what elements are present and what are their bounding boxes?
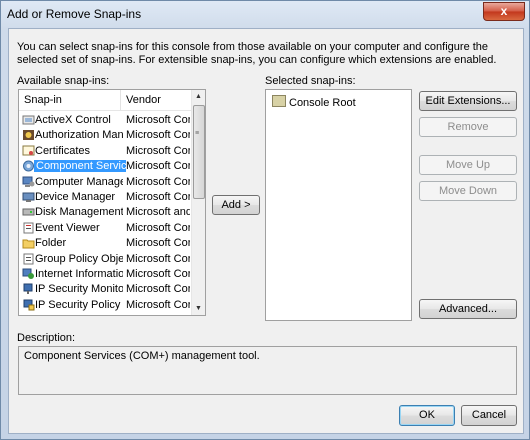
snapin-name: Event Viewer [35,221,100,234]
list-header: Snap-in Vendor [19,90,192,111]
add-button[interactable]: Add > [212,195,260,215]
edit-extensions-button[interactable]: Edit Extensions... [419,91,517,111]
snapin-vendor: Microsoft Cor... [126,144,190,157]
snapin-row[interactable]: Internet Informatio...Microsoft Cor... [19,267,192,282]
description-label: Description: [17,332,76,344]
snapin-vendor: Microsoft Cor... [126,237,190,250]
move-up-button[interactable]: Move Up [419,155,517,175]
snapin-row[interactable]: Folder Microsoft Cor... [19,236,192,251]
snapin-vendor: Microsoft Cor... [126,114,190,126]
snapin-row[interactable]: IP Security Policy M...Microsoft Cor... [19,298,192,313]
snapin-name: Folder [35,237,67,250]
snapin-row[interactable]: Certificates Microsoft Cor... [19,144,192,159]
snapin-vendor: Microsoft Cor... [126,175,190,188]
scroll-thumb[interactable] [193,105,205,199]
snapin-row[interactable]: Event Viewer Microsoft Cor... [19,221,192,236]
list-scrollbar[interactable]: ▲ ≡ ▼ [191,90,205,315]
selected-snapins-label: Selected snap-ins: [265,75,356,87]
event-viewer-icon [22,222,35,234]
ip-security-policy-icon [22,299,35,311]
snapin-name: Authorization Manager [35,129,123,142]
description-text: Component Services (COM+) management too… [24,350,260,362]
device-manager-icon [22,191,35,203]
snapin-row[interactable]: Authorization ManagerMicrosoft Cor... [19,128,192,143]
console-root-item[interactable]: Console Root [272,95,356,109]
snapin-name: Component Services [34,160,126,173]
dialog-window: Add or Remove Snap-ins x You can select … [0,0,530,440]
window-title: Add or Remove Snap-ins [7,7,142,21]
available-snapins-list[interactable]: Snap-in Vendor ActiveX Control Microsoft … [18,89,206,316]
scroll-down-arrow-icon[interactable]: ▼ [192,302,205,315]
snapin-row[interactable]: IP Security MonitorMicrosoft Cor... [19,282,192,297]
group-policy-icon [22,253,35,265]
description-box: Component Services (COM+) management too… [18,346,517,395]
authorization-icon [22,129,35,141]
snapin-row[interactable]: ActiveX Control Microsoft Cor... [19,113,192,128]
scroll-grip-icon: ≡ [195,130,200,137]
certificates-icon [22,145,35,157]
snapin-vendor: Microsoft Cor... [126,283,190,296]
advanced-button[interactable]: Advanced... [419,299,517,319]
dialog-body: You can select snap-ins for this console… [8,28,524,434]
activex-icon [22,114,35,126]
snapin-vendor: Microsoft Cor... [126,252,190,265]
snapin-row[interactable]: Group Policy Object ...Microsoft Cor... [19,252,192,267]
column-header-snapin[interactable]: Snap-in [24,94,62,106]
title-bar[interactable]: Add or Remove Snap-ins x [1,1,529,27]
iis-icon [22,268,35,280]
ok-button[interactable]: OK [399,405,455,426]
snapin-row[interactable]: Device Manager Microsoft Cor... [19,190,192,205]
scroll-up-arrow-icon[interactable]: ▲ [192,90,205,103]
disk-management-icon [22,206,35,218]
console-root-label: Console Root [289,97,356,109]
ip-security-monitor-icon [22,283,35,295]
remove-button[interactable]: Remove [419,117,517,137]
snapin-name: Certificates [35,144,91,157]
snapin-vendor: Microsoft Cor... [126,160,190,173]
column-header-vendor[interactable]: Vendor [126,94,161,106]
snapin-name: IP Security Policy M... [35,298,123,311]
snapin-name: Device Manager [35,190,116,203]
move-down-button[interactable]: Move Down [419,181,517,201]
snapin-name: Disk Management [35,206,123,219]
snapin-name: Computer Managem... [35,175,123,188]
snapin-vendor: Microsoft Cor... [126,267,190,280]
snapin-vendor: Microsoft Cor... [126,129,190,142]
snapin-name: Internet Informatio... [35,267,123,280]
column-divider[interactable] [120,90,121,110]
snapin-vendor: Microsoft Cor... [126,190,190,203]
folder-icon [22,237,35,249]
available-snapins-label: Available snap-ins: [17,75,110,87]
snapin-name: Group Policy Object ... [35,252,123,265]
snapin-row[interactable]: Disk ManagementMicrosoft and... [19,205,192,220]
cancel-button[interactable]: Cancel [461,405,517,426]
snapin-vendor: Microsoft and... [126,206,190,219]
intro-text: You can select snap-ins for this console… [17,41,497,66]
snapin-name: ActiveX Control [35,114,111,126]
close-button[interactable]: x [483,2,525,21]
snapin-rows: ActiveX ControlMicrosoft Cor...Authoriza… [19,113,192,313]
snapin-vendor: Microsoft Cor... [126,221,190,234]
snapin-row[interactable]: Component ServicesMicrosoft Cor... [19,159,192,174]
selected-snapins-list[interactable]: Console Root [265,89,412,321]
snapin-name: IP Security Monitor [35,283,123,296]
snapin-vendor: Microsoft Cor... [126,298,190,311]
console-root-folder-icon [272,95,286,107]
snapin-row[interactable]: Computer Managem...Microsoft Cor... [19,175,192,190]
computer-management-icon [22,176,35,188]
close-icon: x [500,4,508,18]
